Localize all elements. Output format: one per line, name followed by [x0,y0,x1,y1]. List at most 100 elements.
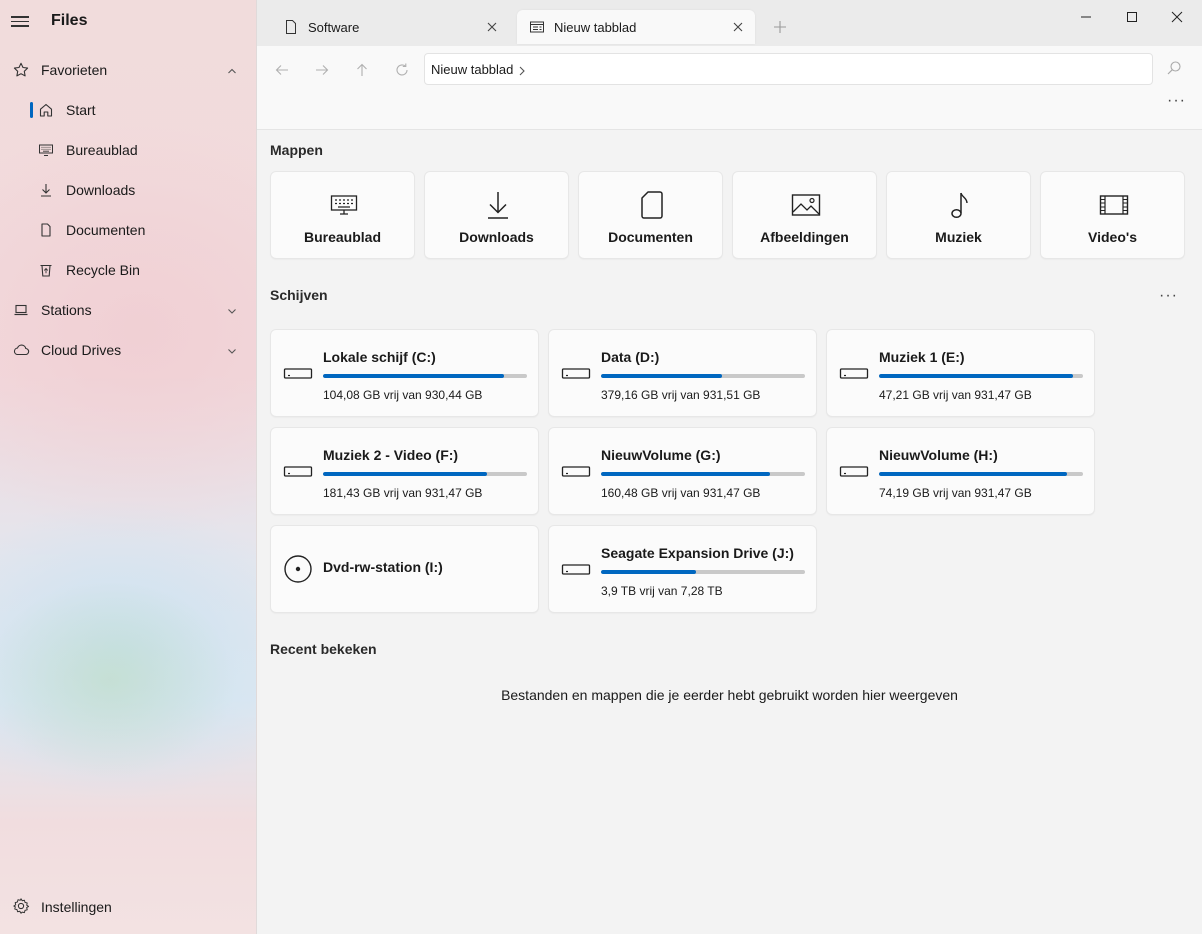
folder-label: Bureaublad [303,229,381,245]
drive-card-i[interactable]: Dvd-rw-station (I:) [270,525,539,613]
drive-usage-fill [879,472,1067,476]
sidebar-group-label: Favorieten [41,62,108,78]
folder-card-music[interactable]: Muziek [886,171,1031,259]
refresh-icon[interactable] [391,59,413,81]
drive-name: NieuwVolume (H:) [879,447,998,463]
drive-name: Data (D:) [601,349,660,365]
sidebar-group-stations[interactable]: Stations [4,292,248,328]
sidebar-item-downloads[interactable]: Downloads [4,172,248,208]
folder-card-desktop[interactable]: Bureaublad [270,171,415,259]
drive-name: Seagate Expansion Drive (J:) [601,545,794,561]
drive-icon [561,462,591,482]
document-icon [37,221,55,239]
chevron-down-icon[interactable] [226,304,238,316]
drive-free-space: 74,19 GB vrij van 931,47 GB [879,486,1032,500]
sidebar-item-recycle-bin[interactable]: Recycle Bin [4,252,248,288]
breadcrumb[interactable]: Nieuw tabblad [431,62,513,77]
close-window-icon[interactable] [1154,6,1200,28]
drive-icon [561,364,591,384]
sidebar-item-documents[interactable]: Documenten [4,212,248,248]
drive-free-space: 3,9 TB vrij van 7,28 TB [601,584,723,598]
tab-new-tab[interactable]: Nieuw tabblad [517,10,755,44]
back-arrow-icon[interactable] [271,59,293,81]
folder-label: Documenten [608,229,693,245]
drive-name: Dvd-rw-station (I:) [323,559,443,575]
app-header: Files [0,0,257,44]
sidebar-item-label: Recycle Bin [66,262,140,278]
home-icon [37,101,55,119]
folder-label: Afbeeldingen [760,229,849,245]
settings-button[interactable]: Instellingen [4,890,248,922]
active-indicator [30,102,33,118]
sidebar-group-cloud-drives[interactable]: Cloud Drives [4,332,248,368]
chevron-down-icon[interactable] [226,344,238,356]
drive-usage-fill [323,374,505,378]
document-icon [637,190,667,220]
main-area: Software Nieuw tabblad Nieuw tabblad ···… [257,0,1202,934]
image-icon [791,190,821,220]
close-tab-icon[interactable] [485,20,499,34]
forward-arrow-icon[interactable] [311,59,333,81]
drive-usage-bar [879,374,1083,378]
drive-card-j[interactable]: Seagate Expansion Drive (J:) 3,9 TB vrij… [548,525,817,613]
drive-usage-bar [323,472,527,476]
sidebar-group-label: Stations [41,302,92,318]
drive-free-space: 104,08 GB vrij van 930,44 GB [323,388,483,402]
drive-card-f[interactable]: Muziek 2 - Video (F:) 181,43 GB vrij van… [270,427,539,515]
drive-card-e[interactable]: Muziek 1 (E:) 47,21 GB vrij van 931,47 G… [826,329,1095,417]
more-options-icon[interactable]: ··· [1167,92,1186,110]
search-icon[interactable] [1165,59,1185,79]
tab-label: Nieuw tabblad [554,20,637,35]
drive-free-space: 47,21 GB vrij van 931,47 GB [879,388,1032,402]
up-arrow-icon[interactable] [351,59,373,81]
sidebar-group-label: Cloud Drives [41,342,122,358]
drive-free-space: 379,16 GB vrij van 931,51 GB [601,388,761,402]
drive-card-h[interactable]: NieuwVolume (H:) 74,19 GB vrij van 931,4… [826,427,1095,515]
drive-usage-bar [601,472,805,476]
minimize-icon[interactable] [1063,6,1109,28]
folder-card-downloads[interactable]: Downloads [424,171,569,259]
video-icon [1099,190,1129,220]
close-tab-icon[interactable] [731,20,745,34]
download-icon [483,190,513,220]
drives-more-options-icon[interactable]: ··· [1159,287,1178,305]
folder-card-videos[interactable]: Video's [1040,171,1185,259]
folder-card-pictures[interactable]: Afbeeldingen [732,171,877,259]
drive-card-g[interactable]: NieuwVolume (G:) 160,48 GB vrij van 931,… [548,427,817,515]
maximize-icon[interactable] [1109,6,1155,28]
hamburger-menu-icon[interactable] [11,13,31,31]
drive-usage-bar [879,472,1083,476]
drive-card-c[interactable]: Lokale schijf (C:) 104,08 GB vrij van 93… [270,329,539,417]
drive-usage-fill [601,570,696,574]
drive-usage-fill [879,374,1073,378]
disc-icon [283,554,313,584]
navigation-toolbar: Nieuw tabblad ··· [257,46,1202,130]
sidebar-item-label: Bureaublad [66,142,138,158]
music-icon [945,190,975,220]
star-icon [12,61,30,79]
drive-usage-fill [601,374,722,378]
app-title: Files [51,12,88,29]
address-bar[interactable]: Nieuw tabblad [424,53,1153,85]
title-bar: Software Nieuw tabblad [257,0,1202,46]
drive-card-d[interactable]: Data (D:) 379,16 GB vrij van 931,51 GB [548,329,817,417]
drive-icon [283,462,313,482]
sidebar-item-desktop[interactable]: Bureaublad [4,132,248,168]
drive-free-space: 181,43 GB vrij van 931,47 GB [323,486,483,500]
chevron-right-icon[interactable] [517,64,527,76]
download-icon [37,181,55,199]
folder-label: Video's [1088,229,1137,245]
sidebar-item-start[interactable]: Start [4,92,248,128]
add-tab-icon[interactable] [772,19,788,35]
sidebar-item-label: Documenten [66,222,146,238]
section-title-folders: Mappen [270,142,323,158]
folder-card-documents[interactable]: Documenten [578,171,723,259]
settings-label: Instellingen [41,899,112,915]
sidebar-group-favorites[interactable]: Favorieten [4,52,248,88]
new-tab-icon [529,19,545,35]
folder-label: Muziek [935,229,982,245]
drive-name: Muziek 2 - Video (F:) [323,447,459,463]
sidebar-item-label: Downloads [66,182,136,198]
chevron-up-icon[interactable] [226,64,238,76]
tab-software[interactable]: Software [271,10,509,44]
